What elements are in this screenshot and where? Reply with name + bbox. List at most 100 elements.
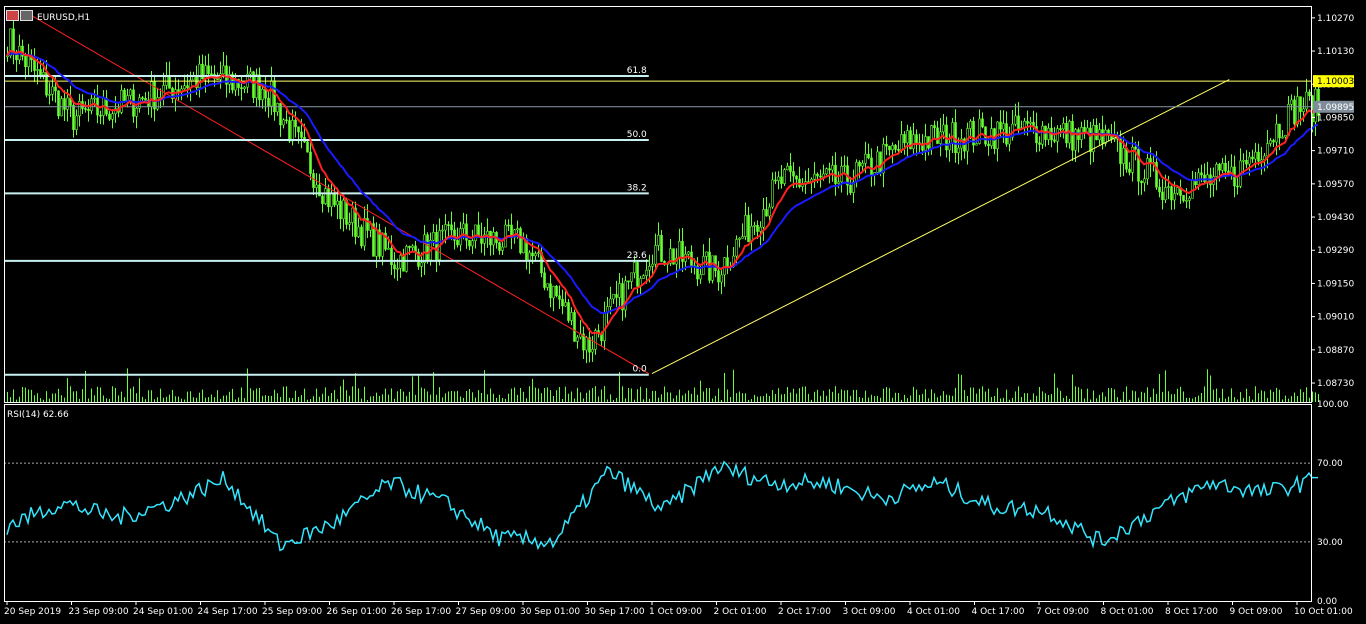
candle-body (537, 252, 540, 254)
candle-body (357, 226, 360, 237)
candle-body (318, 184, 321, 197)
candle-body (477, 224, 480, 237)
candle-body (570, 312, 573, 321)
rsi-tick-label: 70.00 (1317, 459, 1343, 469)
chart-window-icon (6, 10, 19, 21)
candle-body (828, 168, 831, 171)
candle-body (714, 255, 717, 272)
candle-body (816, 173, 819, 177)
candle-body (789, 165, 792, 172)
candle-body (831, 164, 834, 171)
candle-body (648, 265, 651, 271)
candle-body (84, 108, 87, 110)
candle-body (1203, 174, 1206, 182)
candle-body (999, 121, 1002, 130)
candle-body (756, 225, 759, 232)
candle-body (63, 98, 66, 110)
candle-body (897, 149, 900, 151)
time-tick-label: 4 Oct 17:00 (972, 607, 1025, 617)
candle-body (1185, 200, 1188, 202)
candle-body (36, 69, 39, 71)
candle-body (249, 71, 252, 75)
candle-body (558, 295, 561, 300)
candle-body (1026, 120, 1029, 124)
candle-body (753, 225, 756, 227)
price-tick-label: 1.09430 (1317, 213, 1354, 223)
time-tick-label: 3 Oct 09:00 (843, 607, 896, 617)
candle-body (1056, 128, 1059, 142)
candle-body (1029, 121, 1032, 124)
candle-body (912, 134, 915, 150)
candle-body (678, 241, 681, 259)
candle-body (447, 224, 450, 226)
candle-body (135, 108, 138, 117)
candle-body (1242, 159, 1245, 162)
candle-body (351, 207, 354, 223)
candle-body (798, 178, 801, 187)
candle-body (75, 115, 78, 130)
candle-body (858, 161, 861, 167)
candle-body (39, 69, 42, 76)
candle-body (1245, 159, 1248, 165)
candle-body (894, 145, 897, 150)
candle-body (1299, 96, 1302, 112)
candle-body (1083, 127, 1086, 133)
candle-body (165, 75, 168, 86)
candle-body (702, 256, 705, 275)
time-tick-label: 25 Sep 09:00 (262, 607, 322, 617)
candle-body (585, 337, 588, 351)
candle-body (651, 263, 654, 267)
candle-body (276, 103, 279, 113)
time-tick-label: 7 Oct 09:00 (1036, 607, 1089, 617)
candle-body (1014, 115, 1017, 125)
candle-body (462, 223, 465, 229)
candle-body (942, 124, 945, 133)
candle-body (396, 267, 399, 270)
candle-body (108, 113, 111, 120)
candle-body (717, 270, 720, 283)
candle-body (1284, 135, 1287, 138)
time-tick-label: 24 Sep 17:00 (198, 607, 258, 617)
candle-body (1188, 197, 1191, 201)
candle-body (174, 89, 177, 100)
candle-body (426, 234, 429, 261)
candle-body (906, 130, 909, 144)
time-tick-label: 10 Oct 01:00 (1294, 607, 1353, 617)
candle-body (57, 90, 60, 117)
candle-body (1053, 139, 1056, 142)
candle-body (183, 85, 186, 90)
candle-body (207, 65, 210, 75)
candle-body (738, 237, 741, 240)
candle-body (1218, 164, 1221, 171)
candle-body (423, 234, 426, 264)
candle-body (1128, 168, 1131, 173)
candle-body (657, 234, 660, 246)
candle-body (450, 224, 453, 231)
symbol-title: EURUSD,H1 (37, 13, 91, 23)
candle-body (267, 97, 270, 107)
candle-body (1266, 143, 1269, 157)
candle-body (936, 127, 939, 144)
candle-body (363, 218, 366, 247)
rsi-title: RSI(14) 62.66 (7, 410, 69, 420)
time-tick-label: 26 Sep 01:00 (327, 607, 387, 617)
candle-body (255, 74, 258, 99)
candle-body (1173, 193, 1176, 201)
price-tick-label: 1.09850 (1317, 113, 1354, 123)
candle-body (300, 131, 303, 138)
candle-body (1122, 147, 1125, 164)
candle-body (282, 119, 285, 126)
candle-body (390, 247, 393, 266)
chart-svg: 61.850.038.223.60.0 1.102701.101301.0999… (4, 6, 1354, 617)
candle-body (633, 262, 636, 274)
candle-body (1275, 123, 1278, 143)
candle-body (879, 151, 882, 174)
candle-body (456, 240, 459, 246)
price-tick-label: 1.10130 (1317, 47, 1354, 57)
time-tick-label: 26 Sep 17:00 (391, 607, 451, 617)
chart-window-icon-2 (20, 10, 33, 21)
candle-body (867, 153, 870, 159)
candle-body (741, 236, 744, 239)
candle-body (1269, 140, 1272, 144)
candle-body (549, 283, 552, 299)
